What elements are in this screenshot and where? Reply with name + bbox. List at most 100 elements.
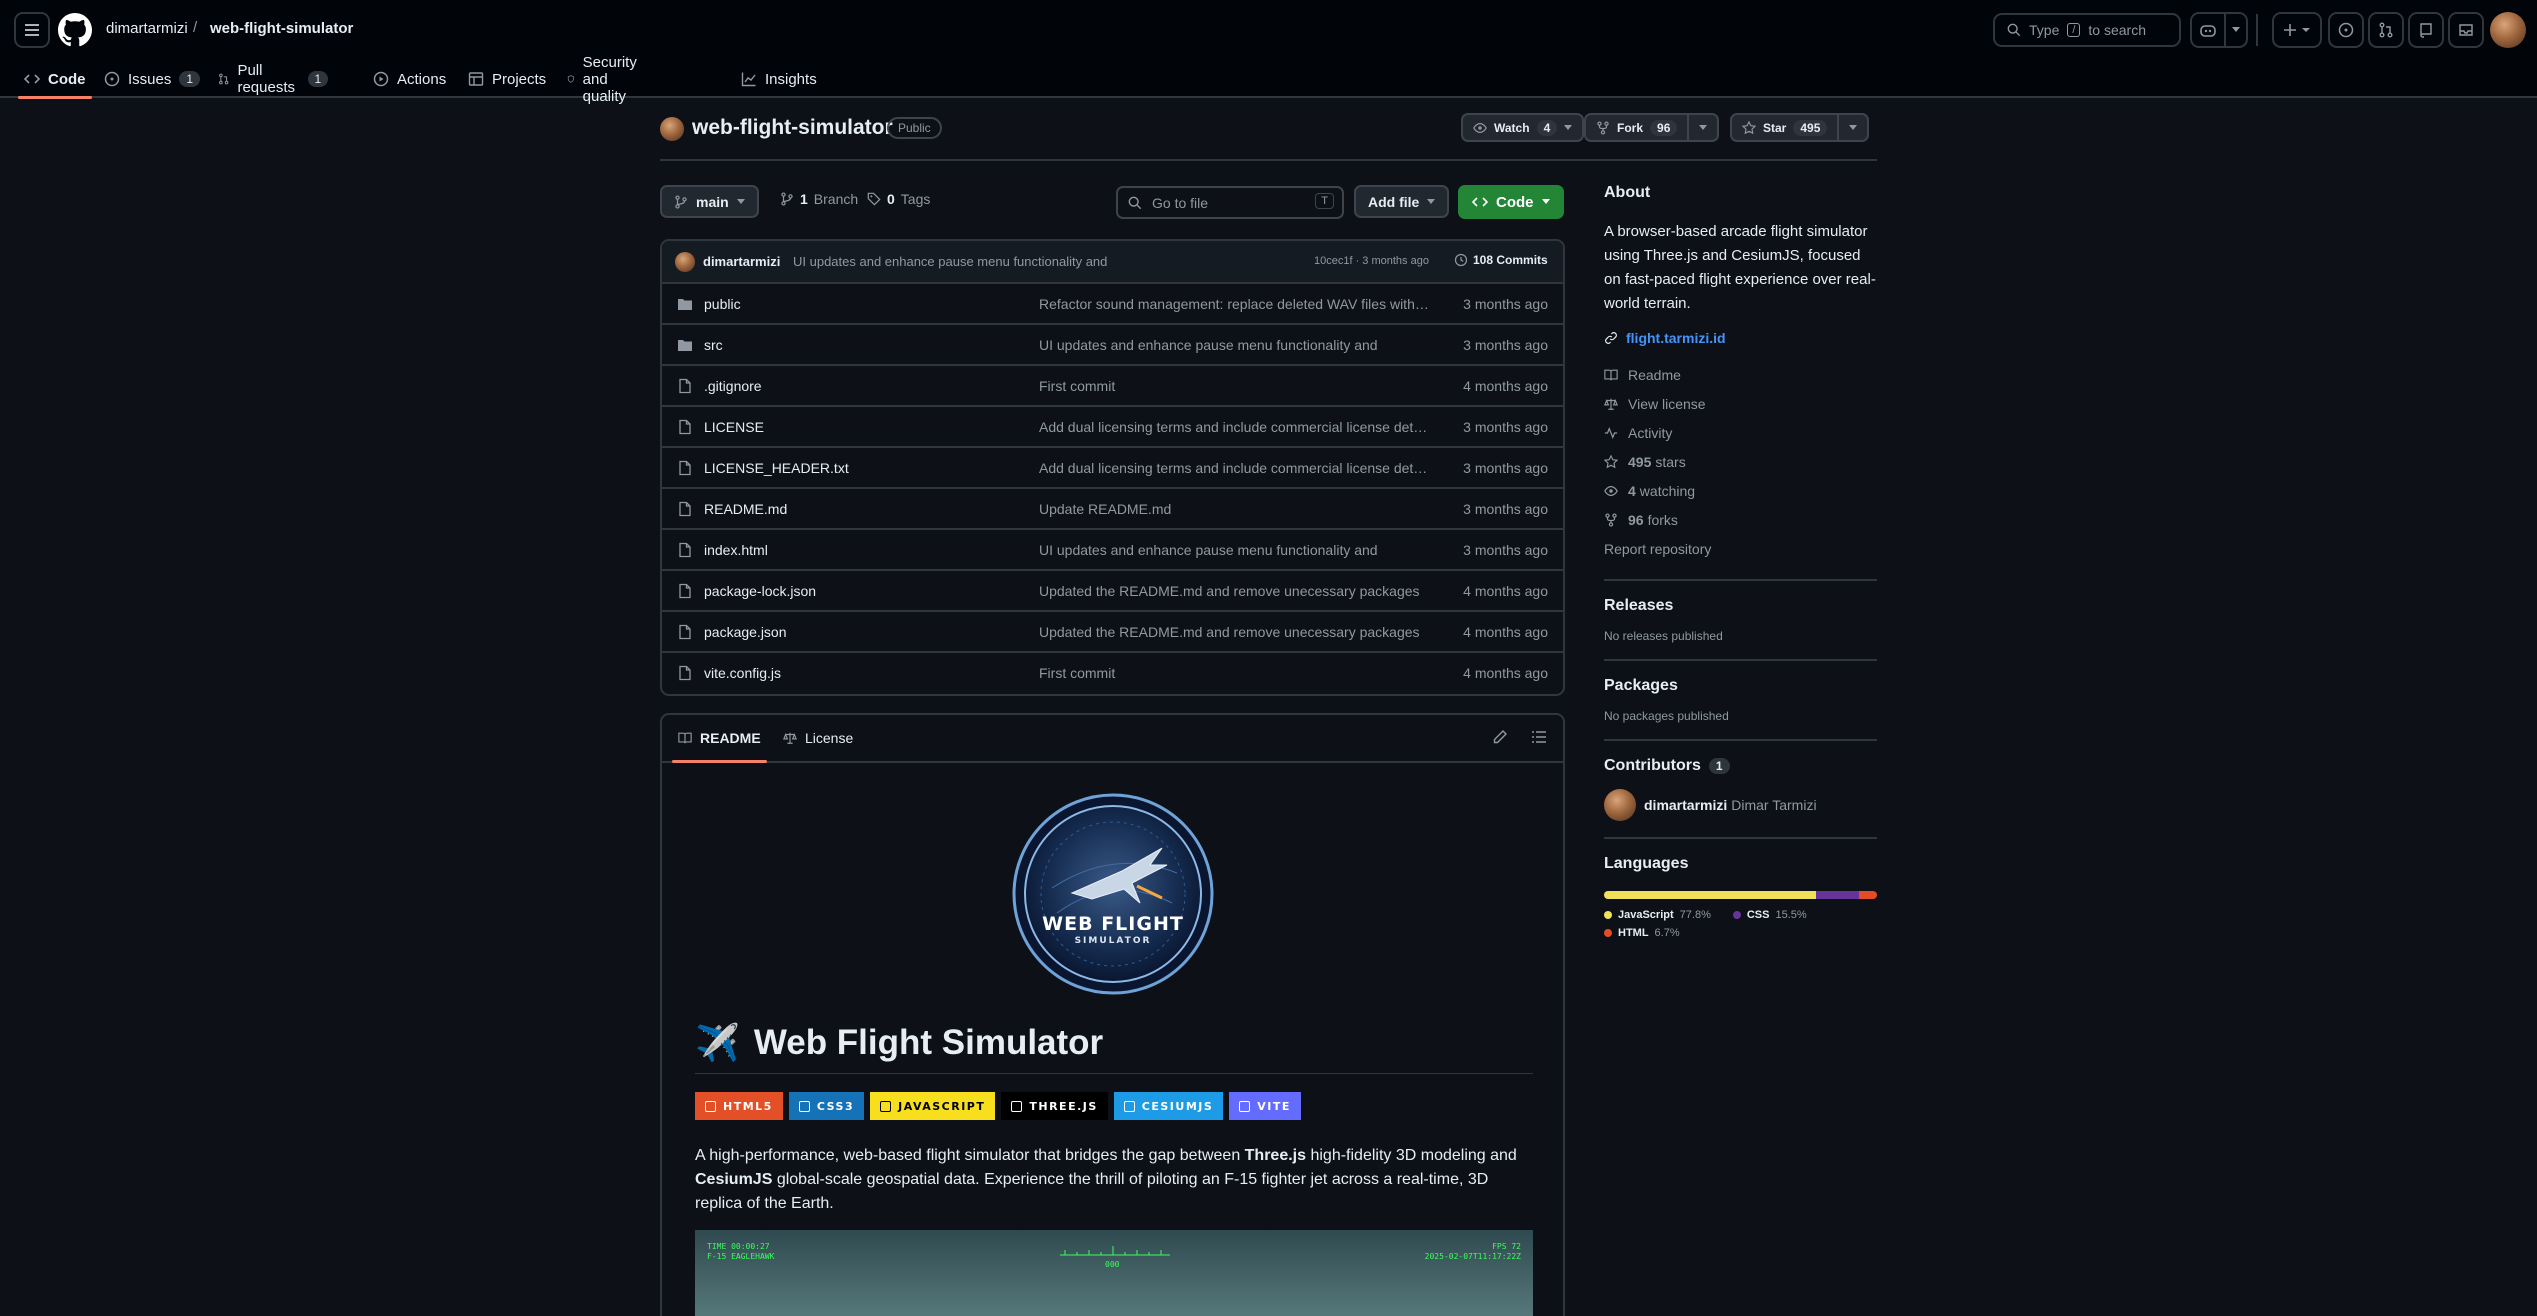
- commit-author[interactable]: dimartarmizi: [703, 254, 780, 269]
- tab-issues[interactable]: Issues 1: [104, 60, 201, 98]
- watching-link[interactable]: 4 watching: [1604, 476, 1877, 505]
- commit-author-avatar[interactable]: [675, 252, 695, 272]
- file-name[interactable]: src: [704, 337, 723, 353]
- watch-button[interactable]: Watch 4: [1461, 113, 1585, 142]
- file-commit-message[interactable]: Add dual licensing terms and include com…: [1039, 460, 1429, 476]
- menu-button[interactable]: [14, 12, 50, 48]
- user-avatar[interactable]: [2490, 12, 2526, 48]
- language-item[interactable]: CSS 15.5%: [1732, 909, 1807, 921]
- pull-requests-shortcut-button[interactable]: [2368, 12, 2404, 48]
- file-name[interactable]: README.md: [704, 501, 787, 517]
- create-new-button[interactable]: [2272, 12, 2322, 48]
- branch-selector[interactable]: main: [660, 185, 759, 218]
- star-button[interactable]: Star 495: [1730, 113, 1870, 142]
- repo-title[interactable]: web-flight-simulator: [692, 116, 893, 140]
- file-commit-message[interactable]: UI updates and enhance pause menu functi…: [1039, 337, 1429, 353]
- tab-insights[interactable]: Insights: [741, 60, 817, 98]
- file-row[interactable]: LICENSE_HEADER.txt Add dual licensing ter…: [662, 448, 1563, 489]
- pencil-icon[interactable]: [1492, 729, 1508, 745]
- fork-icon: [1597, 120, 1609, 135]
- file-commit-message[interactable]: Updated the README.md and remove unecess…: [1039, 624, 1429, 640]
- file-row[interactable]: src UI updates and enhance pause menu fun…: [662, 325, 1563, 366]
- notifications-button[interactable]: [2448, 12, 2484, 48]
- file-commit-message[interactable]: First commit: [1039, 665, 1429, 681]
- copilot-button[interactable]: [2190, 12, 2226, 48]
- tech-badge[interactable]: CSS3: [788, 1092, 865, 1120]
- contributor-login[interactable]: dimartarmizi: [1644, 797, 1727, 813]
- commit-message[interactable]: UI updates and enhance pause menu functi…: [793, 254, 1107, 269]
- commits-link[interactable]: 108 Commits: [1454, 253, 1548, 267]
- tab-license[interactable]: License: [783, 730, 853, 746]
- file-name[interactable]: package-lock.json: [704, 583, 816, 599]
- commit-meta[interactable]: 10cec1f · 3 months ago: [1314, 255, 1429, 267]
- tech-badge[interactable]: THREE.JS: [1001, 1092, 1108, 1120]
- file-commit-message[interactable]: Update README.md: [1039, 501, 1429, 517]
- report-repository-link[interactable]: Report repository: [1604, 534, 1877, 563]
- copilot-dropdown-button[interactable]: [2224, 12, 2248, 48]
- issues-shortcut-button[interactable]: [2328, 12, 2364, 48]
- tech-badge[interactable]: CESIUMJS: [1113, 1092, 1224, 1120]
- file-name[interactable]: package.json: [704, 624, 787, 640]
- intro-cesium: CesiumJS: [695, 1171, 773, 1188]
- tab-security[interactable]: Security and quality: [567, 54, 645, 105]
- language-item[interactable]: HTML 6.7%: [1604, 927, 1680, 939]
- file-commit-message[interactable]: Updated the README.md and remove unecess…: [1039, 583, 1429, 599]
- language-item[interactable]: JavaScript 77.8%: [1604, 909, 1711, 921]
- file-table: dimartarmizi UI updates and enhance paus…: [660, 239, 1565, 696]
- tech-badge[interactable]: VITE: [1229, 1092, 1301, 1120]
- repo-owner-avatar[interactable]: [660, 117, 684, 141]
- file-name[interactable]: public: [704, 296, 741, 312]
- contributors-title[interactable]: Contributors: [1604, 757, 1701, 775]
- breadcrumb-repo[interactable]: web-flight-simulator: [210, 20, 353, 37]
- file-row[interactable]: .gitignore First commit 4 months ago: [662, 366, 1563, 407]
- file-name[interactable]: .gitignore: [704, 378, 762, 394]
- file-row[interactable]: package.json Updated the README.md and re…: [662, 612, 1563, 653]
- code-button[interactable]: Code: [1458, 185, 1564, 219]
- tab-projects[interactable]: Projects: [468, 60, 546, 98]
- file-row[interactable]: package-lock.json Updated the README.md a…: [662, 571, 1563, 612]
- file-row[interactable]: README.md Update README.md 3 months ago: [662, 489, 1563, 530]
- file-row[interactable]: public Refactor sound management: replace…: [662, 284, 1563, 325]
- stars-link[interactable]: 495 stars: [1604, 447, 1877, 476]
- readme-link[interactable]: Readme: [1604, 360, 1877, 389]
- fork-dropdown[interactable]: [1687, 115, 1717, 140]
- global-search-input[interactable]: Type / to search: [1993, 13, 2181, 47]
- license-link[interactable]: View license: [1604, 389, 1877, 418]
- tech-badge[interactable]: HTML5: [695, 1092, 783, 1120]
- outline-list-icon[interactable]: [1531, 729, 1547, 745]
- tab-actions[interactable]: Actions: [373, 60, 446, 98]
- file-row[interactable]: index.html UI updates and enhance pause m…: [662, 530, 1563, 571]
- tech-badge[interactable]: JAVASCRIPT: [870, 1092, 996, 1120]
- tab-readme[interactable]: README: [672, 730, 767, 763]
- about-title: About: [1604, 184, 1651, 201]
- file-commit-message[interactable]: Refactor sound management: replace delet…: [1039, 296, 1429, 312]
- tab-pull-requests[interactable]: Pull requests 1: [218, 60, 329, 98]
- file-name[interactable]: vite.config.js: [704, 665, 781, 681]
- file-name[interactable]: index.html: [704, 542, 768, 558]
- breadcrumb-owner[interactable]: dimartarmizi: [106, 20, 188, 37]
- packages-title[interactable]: Packages: [1604, 677, 1877, 695]
- file-commit-message[interactable]: Add dual licensing terms and include com…: [1039, 419, 1429, 435]
- chevron-down-icon: [1699, 124, 1708, 130]
- star-dropdown[interactable]: [1837, 115, 1867, 140]
- project-logo: WEB FLIGHT SIMULATOR: [1012, 793, 1214, 995]
- go-to-file-input[interactable]: Go to file T: [1116, 186, 1344, 219]
- forks-link[interactable]: 96 forks: [1604, 505, 1877, 534]
- add-file-button[interactable]: Add file: [1354, 185, 1450, 218]
- branches-link[interactable]: 1 Branch: [780, 191, 858, 207]
- releases-title[interactable]: Releases: [1604, 597, 1877, 615]
- github-logo-icon[interactable]: [58, 13, 92, 47]
- file-row[interactable]: vite.config.js First commit 4 months ago: [662, 653, 1563, 694]
- fork-button[interactable]: Fork 96: [1584, 113, 1720, 142]
- contributor-avatar[interactable]: [1604, 789, 1636, 821]
- website-link[interactable]: flight.tarmizi.id: [1604, 330, 1877, 346]
- file-commit-message[interactable]: First commit: [1039, 378, 1429, 394]
- repositories-shortcut-button[interactable]: [2408, 12, 2444, 48]
- file-row[interactable]: LICENSE Add dual licensing terms and incl…: [662, 407, 1563, 448]
- file-name[interactable]: LICENSE: [704, 419, 764, 435]
- activity-link[interactable]: Activity: [1604, 418, 1877, 447]
- tab-code[interactable]: Code: [18, 60, 91, 99]
- tags-link[interactable]: 0 Tags: [867, 191, 930, 207]
- file-commit-message[interactable]: UI updates and enhance pause menu functi…: [1039, 542, 1429, 558]
- file-name[interactable]: LICENSE_HEADER.txt: [704, 460, 849, 476]
